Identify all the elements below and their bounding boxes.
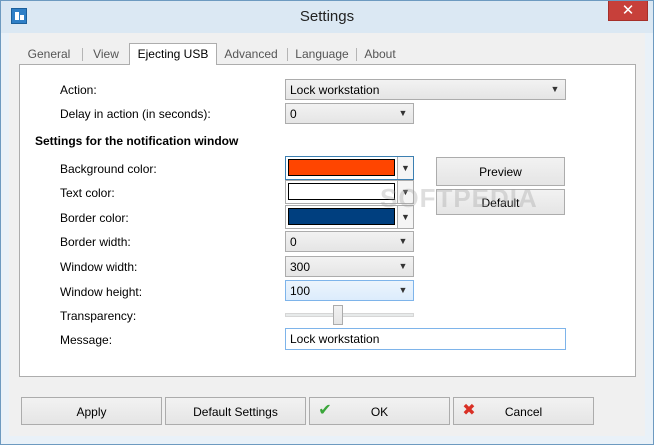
- border-width-label: Border width:: [60, 235, 131, 249]
- dialog-body: General View Ejecting USB Advanced Langu…: [9, 33, 645, 436]
- background-color-picker[interactable]: ▼: [285, 156, 414, 180]
- transparency-slider-thumb[interactable]: [332, 305, 343, 325]
- default-settings-button[interactable]: Default Settings: [165, 397, 306, 425]
- tab-about[interactable]: About: [360, 45, 400, 64]
- tab-advanced[interactable]: Advanced: [219, 45, 283, 64]
- chevron-down-icon: ▼: [398, 108, 408, 118]
- tab-divider: [356, 48, 357, 61]
- window-height-label: Window height:: [60, 285, 143, 299]
- action-label: Action:: [60, 83, 97, 97]
- delay-value: 0: [290, 107, 297, 121]
- cancel-button-label: Cancel: [504, 405, 543, 419]
- preview-button[interactable]: Preview: [436, 157, 565, 186]
- tab-general[interactable]: General: [19, 45, 79, 64]
- delay-label: Delay in action (in seconds):: [60, 107, 211, 121]
- apply-button-label: Apply: [76, 405, 107, 419]
- ejecting-usb-panel: Action: Lock workstation ▼ Delay in acti…: [19, 64, 636, 377]
- window-width-label: Window width:: [60, 260, 138, 274]
- tab-ejecting-usb[interactable]: Ejecting USB: [129, 43, 217, 65]
- notification-heading: Settings for the notification window: [35, 134, 239, 148]
- delay-dropdown[interactable]: 0 ▼: [285, 103, 414, 124]
- window-title: Settings: [299, 8, 355, 25]
- window-width-dropdown[interactable]: 300 ▼: [285, 256, 414, 277]
- window-height-dropdown[interactable]: 100 ▼: [285, 280, 414, 301]
- title-bar: Settings ✕: [1, 1, 653, 33]
- close-button[interactable]: ✕: [608, 1, 648, 21]
- background-color-swatch: [288, 159, 395, 176]
- ok-button-label: OK: [370, 405, 389, 419]
- chevron-down-icon: ▼: [398, 261, 408, 271]
- border-width-dropdown[interactable]: 0 ▼: [285, 231, 414, 252]
- tab-divider: [287, 48, 288, 61]
- text-color-label: Text color:: [60, 186, 115, 200]
- text-color-swatch: [288, 183, 395, 200]
- border-width-value: 0: [290, 235, 297, 249]
- softpedia-watermark: SOFTPEDIA: [380, 183, 538, 213]
- chevron-down-icon: ▼: [398, 285, 408, 295]
- chevron-down-icon: ▼: [397, 157, 413, 179]
- action-dropdown[interactable]: Lock workstation ▼: [285, 79, 566, 100]
- transparency-label: Transparency:: [60, 309, 137, 323]
- border-color-label: Border color:: [60, 211, 129, 225]
- message-label: Message:: [60, 333, 113, 347]
- ok-button[interactable]: ✔ OK: [309, 397, 450, 425]
- default-settings-button-label: Default Settings: [193, 405, 278, 419]
- chevron-down-icon: ▼: [398, 236, 408, 246]
- tab-language[interactable]: Language: [291, 45, 353, 64]
- border-color-swatch: [288, 208, 395, 225]
- tab-divider: [82, 48, 83, 61]
- window-width-value: 300: [290, 260, 311, 274]
- window-height-value: 100: [290, 284, 311, 298]
- settings-window: Settings ✕ General View Ejecting USB Adv…: [0, 0, 654, 445]
- message-input[interactable]: Lock workstation: [285, 328, 566, 350]
- chevron-down-icon: ▼: [550, 84, 560, 94]
- background-color-label: Background color:: [60, 162, 157, 176]
- cancel-button[interactable]: ✖ Cancel: [453, 397, 594, 425]
- tab-view[interactable]: View: [86, 45, 126, 64]
- preview-button-label: Preview: [479, 165, 522, 179]
- action-value: Lock workstation: [290, 83, 380, 97]
- apply-button[interactable]: Apply: [21, 397, 162, 425]
- transparency-slider-track[interactable]: [285, 313, 414, 317]
